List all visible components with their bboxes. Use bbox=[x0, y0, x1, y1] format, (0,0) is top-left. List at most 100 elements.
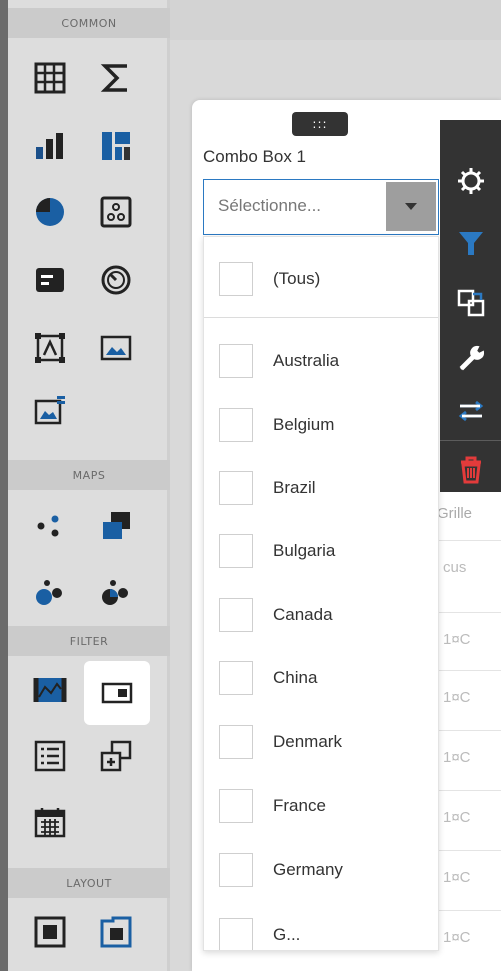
list-box-icon bbox=[34, 740, 66, 772]
checkbox[interactable] bbox=[219, 918, 253, 950]
bound-image-tool[interactable] bbox=[24, 322, 76, 374]
card-tool[interactable] bbox=[24, 254, 76, 306]
pie-map-icon bbox=[102, 580, 128, 605]
group-icon bbox=[34, 916, 66, 948]
date-filter-tool[interactable] bbox=[24, 796, 76, 848]
interactivity-button[interactable] bbox=[440, 382, 501, 440]
tab-container-tool[interactable] bbox=[90, 906, 142, 958]
combo-box-tool[interactable] bbox=[84, 661, 150, 725]
geo-point-map-icon bbox=[37, 515, 59, 537]
option-label: Brazil bbox=[273, 478, 316, 497]
section-maps: MAPS bbox=[8, 460, 170, 490]
combo-placeholder: Sélectionne... bbox=[218, 196, 322, 215]
checkbox[interactable] bbox=[219, 725, 253, 759]
option-label: (Tous) bbox=[273, 269, 321, 288]
geo-point-map-tool[interactable] bbox=[24, 500, 76, 552]
gauge-tool[interactable] bbox=[90, 254, 142, 306]
tab-container-icon bbox=[100, 916, 132, 948]
checkbox[interactable] bbox=[219, 789, 253, 823]
list-item[interactable]: Australia bbox=[204, 331, 438, 391]
filter-icon bbox=[458, 232, 483, 255]
bubble-map-icon bbox=[36, 580, 62, 605]
scatter-icon bbox=[100, 196, 132, 228]
grid-cell: 1¤C bbox=[439, 850, 501, 904]
swap-icon bbox=[458, 400, 483, 422]
tree-view-icon bbox=[100, 740, 132, 772]
group-tool[interactable] bbox=[24, 906, 76, 958]
list-item[interactable]: Belgium bbox=[204, 395, 438, 455]
chevron-down-icon bbox=[405, 203, 417, 210]
checkbox[interactable] bbox=[219, 262, 253, 296]
checkbox[interactable] bbox=[219, 534, 253, 568]
option-label: Australia bbox=[273, 351, 340, 370]
range-filter-icon bbox=[33, 678, 67, 702]
list-item[interactable]: France bbox=[204, 776, 438, 836]
item-caption: Combo Box 1 bbox=[203, 147, 306, 166]
dashboard-title-area bbox=[170, 0, 501, 40]
treemap-tool[interactable] bbox=[90, 120, 142, 172]
list-item[interactable]: Brazil bbox=[204, 458, 438, 518]
delete-button[interactable] bbox=[440, 440, 501, 498]
grid-cell: 1¤C bbox=[439, 730, 501, 784]
list-item[interactable]: Canada bbox=[204, 585, 438, 645]
divider bbox=[204, 317, 438, 318]
combo-dropdown-button[interactable] bbox=[386, 182, 436, 231]
checkbox[interactable] bbox=[219, 853, 253, 887]
card-icon bbox=[36, 268, 64, 292]
gear-icon bbox=[457, 168, 484, 194]
option-label: France bbox=[273, 796, 326, 815]
options-button[interactable] bbox=[440, 152, 501, 210]
bubble-map-tool[interactable] bbox=[24, 566, 76, 618]
tree-view-tool[interactable] bbox=[90, 730, 142, 782]
range-filter-tool[interactable] bbox=[24, 664, 76, 716]
list-item[interactable]: G... bbox=[204, 905, 438, 950]
grid-cell: 1¤C bbox=[439, 670, 501, 724]
checkbox[interactable] bbox=[219, 344, 253, 378]
checkbox[interactable] bbox=[219, 408, 253, 442]
filter-button[interactable] bbox=[440, 214, 501, 272]
pie-map-tool[interactable] bbox=[90, 566, 142, 618]
choropleth-map-tool[interactable] bbox=[90, 500, 142, 552]
bound-image-icon bbox=[35, 333, 65, 363]
scatter-tool[interactable] bbox=[90, 186, 142, 238]
sigma-icon bbox=[100, 64, 127, 92]
list-item[interactable]: China bbox=[204, 648, 438, 708]
text-box-tool[interactable] bbox=[24, 384, 76, 436]
grid-tool[interactable] bbox=[24, 52, 76, 104]
checkbox[interactable] bbox=[219, 598, 253, 632]
gauge-icon bbox=[101, 265, 131, 295]
list-box-tool[interactable] bbox=[24, 730, 76, 782]
list-item[interactable]: Germany bbox=[204, 840, 438, 900]
choropleth-map-icon bbox=[103, 512, 130, 539]
text-box-icon bbox=[34, 396, 65, 425]
grid-cell: 1¤C bbox=[439, 612, 501, 666]
convert-button[interactable] bbox=[440, 274, 501, 332]
grid-item-title: Grille bbox=[437, 505, 473, 522]
checkbox[interactable] bbox=[219, 661, 253, 695]
section-filter: FILTER bbox=[8, 626, 170, 656]
grid-header-cell: cus bbox=[439, 540, 501, 594]
list-item[interactable]: Bulgaria bbox=[204, 521, 438, 581]
sum-tool[interactable] bbox=[90, 52, 142, 104]
combo-box-input[interactable]: Sélectionne... bbox=[203, 179, 439, 235]
chart-tool[interactable] bbox=[24, 120, 76, 172]
treemap-icon bbox=[102, 132, 130, 160]
option-label: G... bbox=[273, 925, 301, 944]
section-common: COMMON bbox=[8, 8, 170, 38]
bar-chart-icon bbox=[36, 133, 63, 159]
convert-icon bbox=[457, 289, 484, 317]
toolbox: COMMON MAPS FILTER LAYOUT bbox=[0, 0, 170, 971]
checkbox[interactable] bbox=[219, 471, 253, 505]
pie-chart-icon bbox=[36, 198, 64, 226]
option-label: Belgium bbox=[273, 415, 335, 434]
list-item[interactable]: Denmark bbox=[204, 712, 438, 772]
option-label: Canada bbox=[273, 605, 333, 624]
item-drag-handle[interactable]: ::: bbox=[292, 112, 348, 136]
list-item-all[interactable]: (Tous) bbox=[204, 249, 438, 309]
pie-tool[interactable] bbox=[24, 186, 76, 238]
section-layout: LAYOUT bbox=[8, 868, 170, 898]
grid-cell: 1¤C bbox=[439, 790, 501, 844]
image-tool[interactable] bbox=[90, 322, 142, 374]
settings-button[interactable] bbox=[440, 330, 501, 388]
option-label: Germany bbox=[273, 860, 343, 879]
